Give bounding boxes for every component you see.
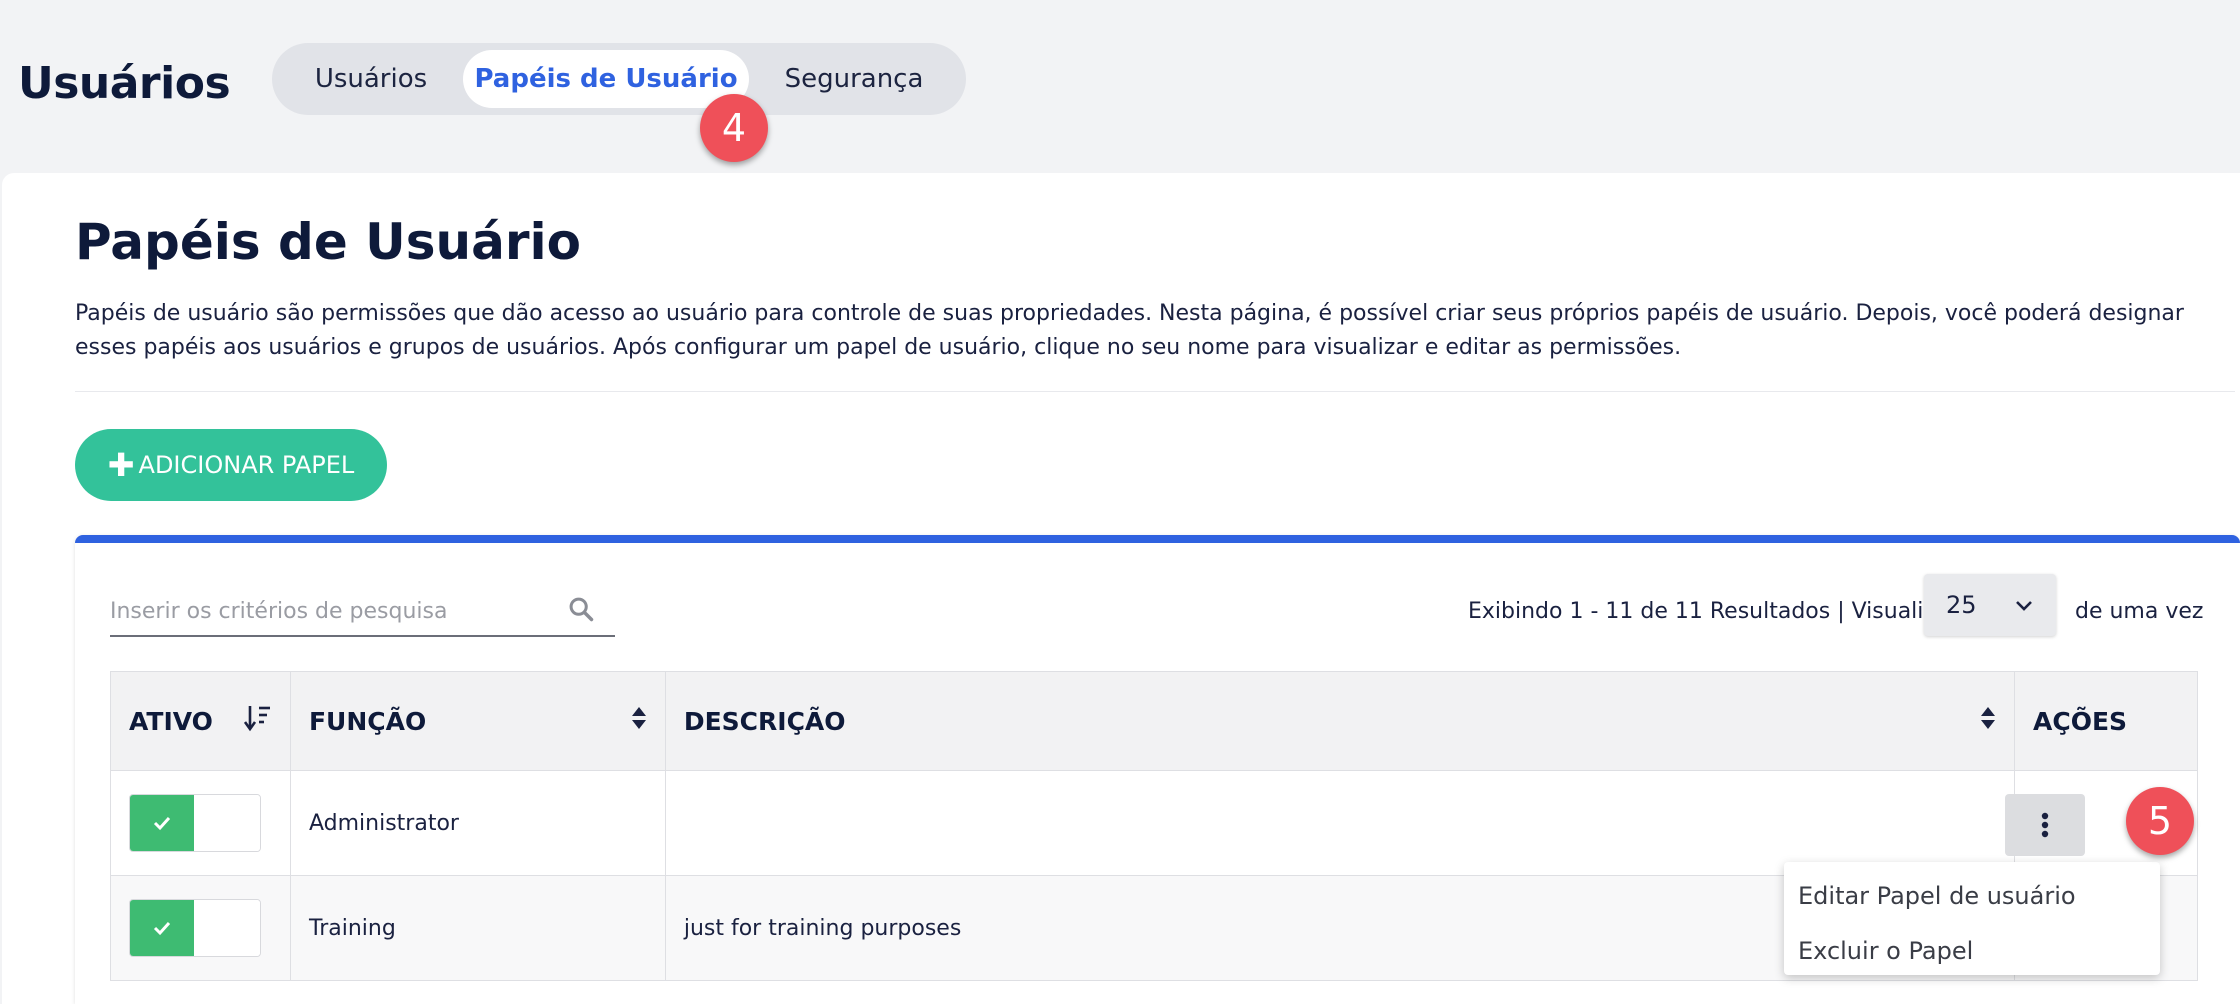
- menu-item-delete-role[interactable]: Excluir o Papel: [1784, 923, 2160, 978]
- column-header-description[interactable]: DESCRIÇÃO: [664, 671, 2016, 771]
- per-page-select[interactable]: 25: [1924, 574, 2056, 636]
- tab-users[interactable]: Usuários: [279, 50, 463, 108]
- sort-desc-icon[interactable]: [243, 703, 272, 739]
- page-title: Usuários: [18, 58, 231, 109]
- menu-item-edit-role[interactable]: Editar Papel de usuário: [1784, 868, 2160, 923]
- section-description: Papéis de usuário são permissões que dão…: [75, 301, 2184, 360]
- tab-security[interactable]: Segurança: [749, 50, 959, 108]
- column-header-function[interactable]: FUNÇÃO: [289, 671, 666, 771]
- table-row: Administrator: [110, 770, 2198, 876]
- active-toggle[interactable]: [129, 794, 261, 852]
- column-header-actions: AÇÕES: [2014, 671, 2198, 771]
- search-icon[interactable]: [567, 595, 595, 627]
- add-role-label: ADICIONAR PAPEL: [138, 451, 355, 479]
- chevron-down-icon: [2014, 591, 2034, 619]
- divider: [75, 391, 2235, 392]
- results-count: Exibindo 1 - 11 de 11 Resultados | Visua…: [1468, 599, 1958, 624]
- search-field: [110, 585, 615, 637]
- role-name[interactable]: Administrator: [289, 770, 666, 876]
- check-icon: [153, 921, 171, 936]
- per-page-value: 25: [1946, 591, 1977, 619]
- row-actions-menu: Editar Papel de usuário Excluir o Papel: [1784, 862, 2160, 975]
- role-name[interactable]: Training: [289, 875, 666, 981]
- search-input[interactable]: [110, 593, 550, 629]
- table-header-row: ATIVO FUNÇÃO DESCRIÇÃO AÇÕES: [110, 671, 2198, 771]
- sort-icon[interactable]: [1980, 706, 1996, 736]
- tab-user-roles[interactable]: Papéis de Usuário: [463, 50, 749, 108]
- step-badge: 5: [2126, 787, 2194, 855]
- more-vertical-icon: [2041, 812, 2049, 838]
- role-description: [664, 770, 2016, 876]
- per-page-suffix: de uma vez: [2075, 599, 2204, 624]
- add-role-button[interactable]: ✚ ADICIONAR PAPEL: [75, 429, 387, 501]
- sort-icon[interactable]: [631, 706, 647, 736]
- plus-icon: ✚: [107, 446, 135, 484]
- row-actions-button[interactable]: [2005, 794, 2085, 856]
- step-badge: 4: [700, 94, 768, 162]
- active-toggle[interactable]: [129, 899, 261, 957]
- column-header-active[interactable]: ATIVO: [110, 671, 291, 771]
- tab-bar: Usuários Papéis de Usuário Segurança: [272, 43, 966, 115]
- section-title: Papéis de Usuário: [75, 213, 582, 271]
- check-icon: [153, 816, 171, 831]
